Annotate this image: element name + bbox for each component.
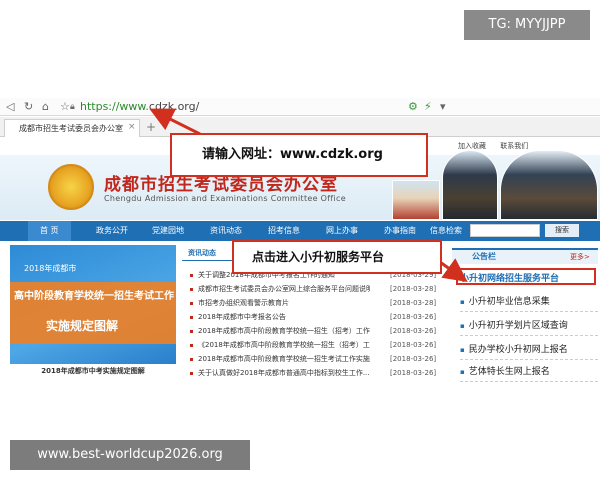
link-favorite[interactable]: 加入收藏	[458, 142, 486, 150]
news-item[interactable]: 《2018年成都市高中阶段教育学校统一招生（招考）工作... [2018-03-2…	[190, 339, 448, 352]
news-item[interactable]: 关于认真做好2018年成都市普通高中指标到校生工作... [2018-03-26]	[190, 367, 448, 380]
watermark-top: TG: MYYJJPP	[464, 10, 590, 40]
header-photo-students	[500, 150, 598, 220]
more-link[interactable]: 更多>	[570, 252, 590, 262]
nav-news[interactable]: 资讯动态	[210, 221, 242, 241]
nav-online[interactable]: 网上办事	[326, 221, 358, 241]
notice-panel-title: 公告栏	[472, 252, 496, 261]
callout-url: 请输入网址：www.cdzk.org	[170, 133, 428, 177]
address-bar[interactable]: https://www.cdzk.org/	[80, 99, 199, 115]
extension-icon[interactable]: ⚙	[408, 99, 418, 115]
browser-toolbar: ◁ ↻ ⌂ ☆ 🔒︎ https://www.cdzk.org/ ⚙ ⚡ ▾	[0, 98, 600, 116]
banner-line2: 实施规定图解	[46, 319, 119, 333]
banner-caption[interactable]: 2018年成都市中考实施规定图解	[10, 364, 176, 378]
panel-item-arts[interactable]: 艺体特长生网上报名	[460, 362, 598, 382]
panel-item-private[interactable]: 民办学校小升初网上报名	[460, 340, 598, 360]
panel-item-district[interactable]: 小升初升学划片区域查询	[460, 316, 598, 336]
news-title[interactable]: 2018年成都市高中阶段教育学校统一招生考试工作实施...	[198, 353, 370, 366]
search-button[interactable]: 搜索	[545, 224, 579, 237]
notice-panel-header: 公告栏 更多>	[452, 248, 598, 264]
news-item[interactable]: 市招考办组织观看警示教育片 [2018-03-28]	[190, 297, 448, 310]
news-item[interactable]: 成都市招生考试委员会办公室网上综合服务平台问题说明会... [2018-03-28…	[190, 283, 448, 296]
close-icon[interactable]: ×	[128, 120, 136, 134]
nav-exam[interactable]: 招考信息	[268, 221, 300, 241]
nav-guide[interactable]: 办事指南	[384, 221, 416, 241]
link-contact[interactable]: 联系我们	[500, 142, 528, 150]
news-date: [2018-03-26]	[390, 355, 437, 363]
info-search-label: 信息检索	[430, 226, 462, 235]
new-tab-icon[interactable]: +	[146, 119, 156, 135]
menu-icon[interactable]: ▾	[440, 99, 446, 115]
banner-line1: 高中阶段教育学校统一招生考试工作	[14, 291, 174, 302]
back-icon[interactable]: ◁	[6, 99, 14, 115]
news-title[interactable]: 关于认真做好2018年成都市普通高中指标到校生工作...	[198, 367, 370, 380]
nav-party[interactable]: 党建园地	[152, 221, 184, 241]
news-title[interactable]: 《2018年成都市高中阶段教育学校统一招生（招考）工作...	[198, 339, 370, 352]
home-icon[interactable]: ⌂	[42, 99, 49, 115]
news-date: [2018-03-28]	[390, 299, 437, 307]
news-item[interactable]: 2018年成都市高中阶段教育学校统一招生（招考）工作... [2018-03-26…	[190, 325, 448, 338]
news-date: [2018-03-28]	[390, 285, 437, 293]
news-title[interactable]: 2018年成都市高中阶段教育学校统一招生（招考）工作...	[198, 325, 370, 338]
lightning-icon[interactable]: ⚡	[424, 99, 432, 115]
lock-icon: 🔒︎	[70, 102, 75, 112]
banner-year: 2018年成都市	[24, 264, 77, 273]
banner[interactable]: 2018年成都市 高中阶段教育学校统一招生考试工作 实施规定图解 2018年成都…	[10, 245, 176, 378]
callout-platform: 点击进入小升初服务平台	[232, 240, 442, 274]
news-item[interactable]: 2018年成都市中考报名公告 [2018-03-26]	[190, 311, 448, 324]
header-photo-building	[392, 180, 440, 220]
tab-title: 成都市招生考试委员会办公室	[19, 124, 123, 133]
emblem-icon	[48, 164, 94, 210]
platform-highlight	[456, 268, 596, 285]
panel-item-graduation[interactable]: 小升初毕业信息采集	[460, 292, 598, 312]
nav-gov[interactable]: 政务公开	[96, 221, 128, 241]
star-icon[interactable]: ☆	[60, 99, 70, 115]
news-date: [2018-03-26]	[390, 327, 437, 335]
url-scheme: https://www.	[80, 100, 149, 113]
header-photo-exam	[442, 150, 498, 220]
news-title[interactable]: 成都市招生考试委员会办公室网上综合服务平台问题说明会...	[198, 283, 370, 296]
site-subtitle: Chengdu Admission and Examinations Commi…	[104, 194, 346, 203]
news-item[interactable]: 2018年成都市高中阶段教育学校统一招生考试工作实施... [2018-03-26…	[190, 353, 448, 366]
tab-site[interactable]: 成都市招生考试委员会办公室	[4, 119, 140, 137]
news-header-label: 资讯动态	[188, 249, 216, 257]
news-title[interactable]: 2018年成都市中考报名公告	[198, 311, 370, 324]
news-date: [2018-03-26]	[390, 313, 437, 321]
refresh-icon[interactable]: ↻	[24, 99, 33, 115]
search-input[interactable]	[470, 224, 540, 237]
url-host: cdzk.org/	[148, 100, 200, 113]
news-date: [2018-03-26]	[390, 341, 437, 349]
news-date: [2018-03-26]	[390, 369, 437, 377]
nav-home[interactable]: 首 页	[28, 221, 71, 241]
news-title[interactable]: 市招考办组织观看警示教育片	[198, 297, 370, 310]
watermark-bottom: www.best-worldcup2026.org	[10, 440, 250, 470]
screenshot: TG: MYYJJPP ◁ ↻ ⌂ ☆ 🔒︎ https://www.cdzk.…	[0, 0, 600, 480]
